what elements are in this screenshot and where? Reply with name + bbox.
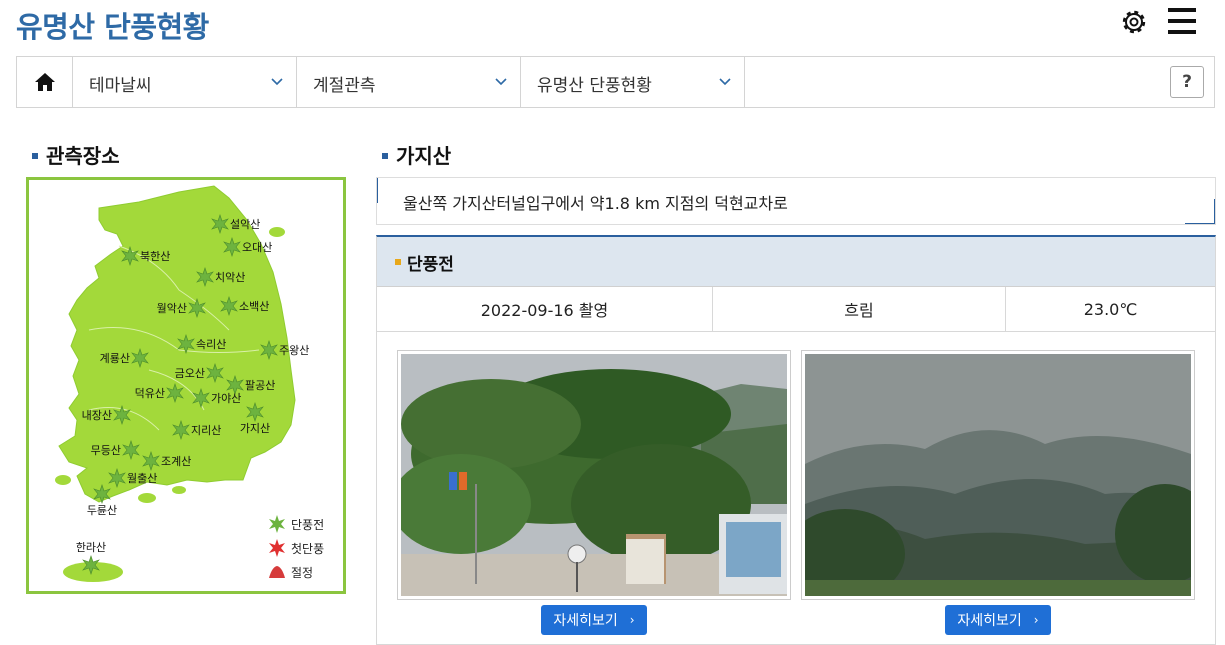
mountain-label[interactable]: 속리산 xyxy=(196,338,226,351)
peak-mountain-icon xyxy=(269,566,285,578)
bullet-square xyxy=(32,152,38,159)
settings-gear-icon[interactable] xyxy=(1118,6,1150,38)
mountain-label[interactable]: 주왕산 xyxy=(279,344,309,357)
chevron-down-icon xyxy=(271,78,283,86)
observation-section-title: 관측장소 xyxy=(32,140,120,169)
status-title: 단풍전 xyxy=(407,255,454,275)
mountain-label[interactable]: 덕유산 xyxy=(135,387,165,400)
mountain-label[interactable]: 지리산 xyxy=(191,424,221,437)
photo-date: 2022-09-16 촬영 xyxy=(377,287,713,331)
legend-label: 절정 xyxy=(291,565,314,580)
mountain-label[interactable]: 월출산 xyxy=(127,472,157,485)
nav-dropdown-foliage-status[interactable]: 유명산 단풍현황 xyxy=(521,57,745,107)
status-header: 단풍전 xyxy=(377,237,1215,287)
location-text: 울산쪽 가지산터널입구에서 약1.8 km 지점의 덕현교차로 xyxy=(403,194,788,213)
weather-value: 흐림 xyxy=(713,287,1006,331)
red-leaf-icon xyxy=(269,539,285,557)
mountain-label[interactable]: 치악산 xyxy=(215,271,245,284)
mountain-label[interactable]: 팔공산 xyxy=(245,379,275,392)
mountain-label[interactable]: 월악산 xyxy=(157,302,187,315)
mountain-label[interactable]: 북한산 xyxy=(140,250,170,263)
nav-dropdown-label: 테마날씨 xyxy=(89,76,152,96)
bullet-square xyxy=(382,152,388,159)
photo-fog-mountain-image xyxy=(785,354,1215,599)
navigation-bar: 테마날씨 계절관측 유명산 단풍현황 xyxy=(16,56,1215,108)
detail-button-2[interactable]: 자세히보기 › xyxy=(945,605,1051,635)
detail-button-1[interactable]: 자세히보기 › xyxy=(541,605,647,635)
temperature-value: 23.0℃ xyxy=(1083,299,1138,319)
detail-button-label: 자세히보기 xyxy=(957,613,1022,629)
mountain-label[interactable]: 조계산 xyxy=(161,455,191,468)
mountain-label[interactable]: 내장산 xyxy=(82,409,112,422)
section-title-text: 관측장소 xyxy=(46,144,120,168)
mountain-label[interactable]: 한라산 xyxy=(76,541,106,554)
mountain-label[interactable]: 가야산 xyxy=(211,392,241,405)
home-icon xyxy=(34,73,55,91)
foliage-photo-1[interactable] xyxy=(391,350,791,600)
hamburger-menu-icon[interactable] xyxy=(1168,8,1196,34)
mountain-label[interactable]: 금오산 xyxy=(175,367,205,380)
photo-trees-image xyxy=(391,354,787,596)
bullet-square xyxy=(395,259,401,265)
corner-accent xyxy=(377,178,378,203)
nav-dropdown-season-observation[interactable]: 계절관측 xyxy=(297,57,521,107)
legend-label: 첫단풍 xyxy=(291,541,325,556)
mountain-name: 가지산 xyxy=(396,144,452,168)
chevron-down-icon xyxy=(719,78,731,86)
korea-map: 설악산오대산북한산치악산월악산 소백산계룡산 속리산 주왕산금오산팔공산덕유산 가야산내… xyxy=(26,177,346,594)
chevron-right-icon: › xyxy=(1033,613,1039,627)
legend-label: 단풍전 xyxy=(291,517,325,532)
mountain-label[interactable]: 설악산 xyxy=(230,218,260,231)
detail-section-title: 가지산 xyxy=(382,140,451,169)
legend-item-peak: 절정 xyxy=(267,560,324,584)
home-button[interactable] xyxy=(17,57,73,107)
mountain-label[interactable]: 무등산 xyxy=(91,444,121,457)
mountain-label[interactable]: 가지산 xyxy=(240,422,270,435)
detail-button-label: 자세히보기 xyxy=(553,613,618,629)
corner-accent xyxy=(1214,199,1215,224)
mountain-label[interactable]: 계룡산 xyxy=(100,352,130,365)
location-box: 울산쪽 가지산터널입구에서 약1.8 km 지점의 덕현교차로 xyxy=(376,177,1216,225)
green-leaf-icon xyxy=(269,515,285,533)
map-legend: 단풍전 첫단풍 절정 xyxy=(267,512,324,584)
legend-item-first: 첫단풍 xyxy=(267,536,324,560)
page-title: 유명산 단풍현황 xyxy=(16,10,209,44)
nav-dropdown-theme-weather[interactable]: 테마날씨 xyxy=(73,57,297,107)
corner-accent xyxy=(1185,223,1215,224)
nav-dropdown-label: 유명산 단풍현황 xyxy=(537,76,652,96)
help-button[interactable]: ? xyxy=(1170,66,1204,98)
info-row: 2022-09-16 촬영 흐림 23.0℃ xyxy=(377,287,1215,332)
mountain-label[interactable]: 오대산 xyxy=(242,241,272,254)
nav-dropdown-label: 계절관측 xyxy=(313,76,376,96)
chevron-down-icon xyxy=(495,78,507,86)
mountain-label[interactable]: 두륜산 xyxy=(87,504,117,517)
mountain-label[interactable]: 소백산 xyxy=(239,300,269,313)
foliage-photo-2[interactable] xyxy=(785,350,1215,600)
chevron-right-icon: › xyxy=(629,613,635,627)
legend-item-before: 단풍전 xyxy=(267,512,324,536)
